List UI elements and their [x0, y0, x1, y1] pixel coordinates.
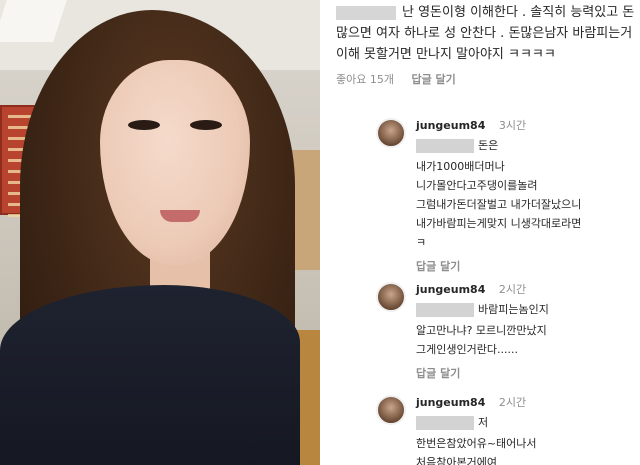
reply-comment: jungeum84 2시간 저 한번은참았어유~태어나서 처음참아본거에여 [376, 395, 636, 465]
reply-username[interactable]: jungeum84 [416, 396, 485, 409]
reply-button[interactable]: 답글 달기 [416, 258, 636, 274]
photo-eye-right [190, 120, 222, 130]
reply-text: 알고만나냐? 모르니깐만났지 그게인생인거란다...... [416, 324, 547, 356]
redacted-mention [416, 303, 474, 317]
top-comment-text: 난 영돈이형 이해한다 . 솔직히 능력있고 돈많으면 여자 하나로 성 안찬다… [336, 5, 635, 62]
comments-panel: 난 영돈이형 이해한다 . 솔직히 능력있고 돈많으면 여자 하나로 성 안찬다… [320, 0, 640, 465]
reply-username[interactable]: jungeum84 [416, 119, 485, 132]
photo-eye-left [128, 120, 160, 130]
profile-avatar-icon[interactable] [376, 282, 406, 312]
redacted-mention [416, 416, 474, 430]
reply-lead: 저 [416, 413, 636, 432]
profile-avatar-icon[interactable] [376, 118, 406, 148]
reply-button[interactable]: 답글 달기 [411, 73, 455, 86]
redacted-username [336, 5, 396, 20]
reply-button[interactable]: 답글 달기 [416, 365, 636, 381]
photo-mouth [160, 210, 200, 222]
top-comment-meta: 좋아요 15개 답글 달기 [336, 71, 636, 87]
reply-lead: 돈은 [416, 136, 636, 155]
reply-lead: 바람피는놈인지 [416, 300, 636, 319]
likes-count[interactable]: 좋아요 15개 [336, 73, 394, 86]
reply-time: 2시간 [498, 283, 527, 296]
reply-comment: jungeum84 2시간 바람피는놈인지 알고만나냐? 모르니깐만났지 그게인… [376, 282, 636, 381]
redacted-mention [416, 139, 474, 153]
photo-coat [0, 285, 300, 465]
photo-panel [0, 0, 320, 465]
reply-comment: jungeum84 3시간 돈은 내가1000배더머나 니가몰안다고주댕이를놀려… [376, 118, 636, 274]
profile-avatar-icon[interactable] [376, 395, 406, 425]
reply-text: 내가1000배더머나 니가몰안다고주댕이를놀려 그럼내가돈더잘벌고 내가더잘났으… [416, 160, 582, 249]
reply-text: 한번은참았어유~태어나서 처음참아본거에여 [416, 437, 537, 465]
reply-time: 2시간 [498, 396, 527, 409]
reply-time: 3시간 [498, 119, 527, 132]
reply-username[interactable]: jungeum84 [416, 283, 485, 296]
top-comment: 난 영돈이형 이해한다 . 솔직히 능력있고 돈많으면 여자 하나로 성 안찬다… [336, 2, 636, 87]
